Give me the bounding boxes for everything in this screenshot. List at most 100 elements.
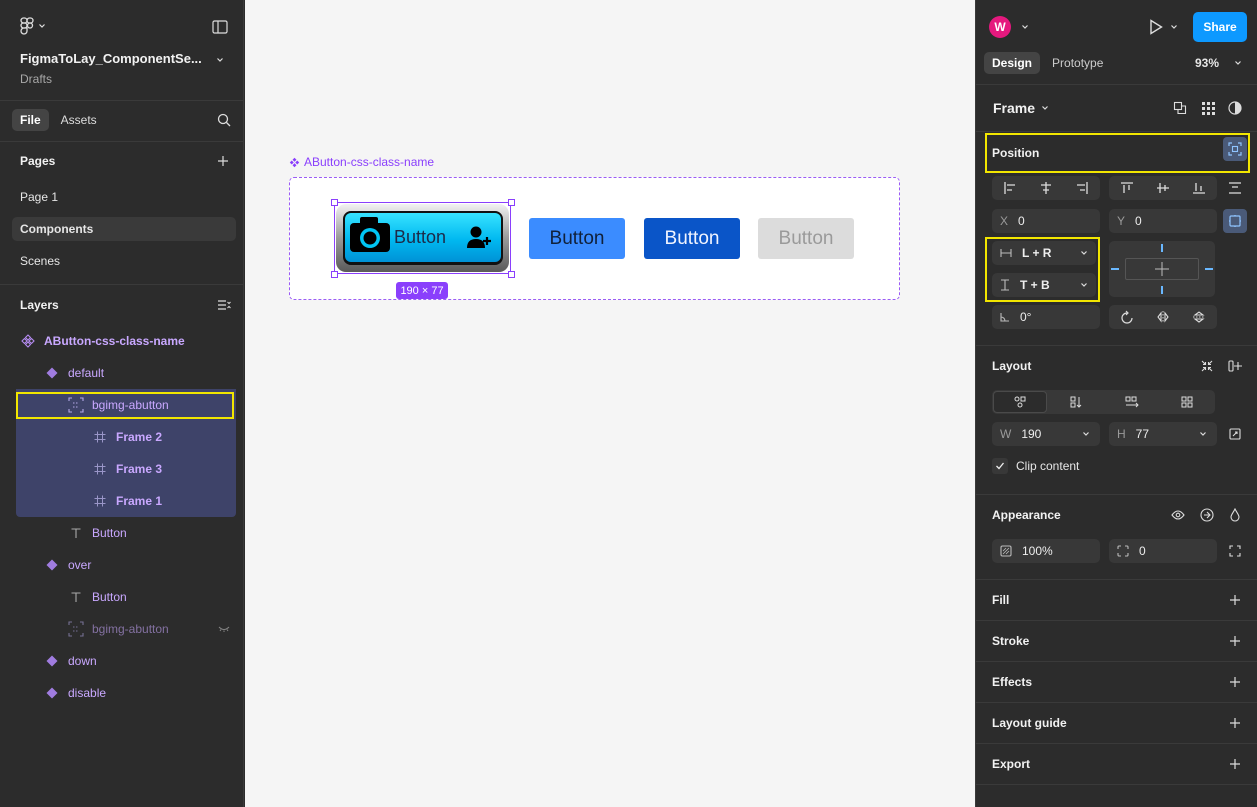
layout-guide-title[interactable]: Layout guide — [992, 716, 1067, 730]
button-variant-down[interactable]: Button — [644, 218, 740, 259]
opacity-field[interactable]: 100% — [992, 539, 1100, 563]
flip-vertical-icon[interactable] — [1187, 305, 1211, 329]
frame-type-label: Frame — [993, 100, 1036, 116]
resize-handle[interactable] — [508, 199, 515, 206]
add-fill-icon[interactable] — [1223, 588, 1247, 612]
file-menu-chevron-icon[interactable] — [208, 48, 232, 72]
stroke-title[interactable]: Stroke — [992, 634, 1029, 648]
export-title[interactable]: Export — [992, 757, 1030, 771]
x-field[interactable]: X 0 — [992, 209, 1100, 233]
freeform-layout-icon[interactable] — [1008, 390, 1032, 414]
add-page-icon[interactable] — [211, 149, 235, 173]
layer-variant-default[interactable]: default — [44, 357, 236, 389]
layer-text-button[interactable]: Button — [68, 581, 236, 613]
width-field[interactable]: W 190 — [992, 422, 1100, 446]
sidebar-tabs: File Assets — [12, 109, 105, 131]
layout-title: Layout — [992, 359, 1032, 373]
chevron-down-icon[interactable] — [1013, 15, 1037, 39]
layer-frame-2[interactable]: Frame 2 — [16, 421, 236, 453]
align-right-icon[interactable] — [1070, 176, 1094, 200]
distribute-icon[interactable] — [1223, 176, 1247, 200]
rotate-icon[interactable] — [1115, 305, 1139, 329]
vertical-constraint-select[interactable]: T + B — [992, 273, 1096, 297]
constraints-toggle-icon[interactable] — [1223, 209, 1247, 233]
file-name[interactable]: FigmaToLay_ComponentSe... — [20, 51, 202, 66]
component-create-icon[interactable] — [1168, 96, 1192, 120]
hidden-eye-icon[interactable] — [218, 625, 230, 633]
horizontal-constraint-select[interactable]: L + R — [992, 241, 1096, 265]
layer-variant-disable[interactable]: disable — [44, 677, 236, 709]
eye-icon[interactable] — [1166, 503, 1190, 527]
page-item-components[interactable]: Components — [12, 217, 236, 241]
add-autolayout-icon[interactable] — [1223, 354, 1247, 378]
layer-component-set[interactable]: AButton-css-class-name — [20, 325, 236, 357]
individual-corners-icon[interactable] — [1223, 539, 1247, 563]
add-stroke-icon[interactable] — [1223, 629, 1247, 653]
align-left-icon[interactable] — [998, 176, 1022, 200]
align-center-h-icon[interactable] — [1034, 176, 1058, 200]
layer-variant-over[interactable]: over — [44, 549, 236, 581]
layer-frame-1[interactable]: Frame 1 — [16, 485, 236, 517]
constraint-widget[interactable] — [1109, 241, 1215, 297]
layer-label: Frame 1 — [116, 494, 163, 508]
properties-panel: W Share Design Prototype 93% Frame Posit… — [975, 0, 1257, 807]
tab-design[interactable]: Design — [984, 52, 1041, 74]
chevron-down-icon[interactable] — [1168, 15, 1180, 39]
horizontal-layout-icon[interactable] — [1120, 390, 1144, 414]
search-icon[interactable] — [212, 108, 236, 132]
file-location[interactable]: Drafts — [20, 72, 52, 86]
tab-assets[interactable]: Assets — [53, 109, 105, 131]
canvas[interactable]: AButton-css-class-name Button 190 × 77 B… — [245, 0, 975, 807]
highlight-box — [16, 392, 234, 419]
add-user-icon — [467, 225, 493, 249]
clip-content-checkbox[interactable]: Clip content — [992, 458, 1079, 474]
resize-handle[interactable] — [331, 199, 338, 206]
clip-content-label: Clip content — [1016, 459, 1080, 473]
height-field[interactable]: H 77 — [1109, 422, 1217, 446]
grid-icon[interactable] — [1196, 96, 1220, 120]
add-export-icon[interactable] — [1223, 752, 1247, 776]
grid-layout-icon[interactable] — [1175, 390, 1199, 414]
main-menu-button[interactable] — [20, 17, 46, 35]
play-icon[interactable] — [1144, 15, 1168, 39]
button-variant-disable[interactable]: Button — [758, 218, 854, 259]
tab-file[interactable]: File — [12, 109, 49, 131]
align-bottom-icon[interactable] — [1187, 176, 1211, 200]
page-item-scenes[interactable]: Scenes — [12, 249, 236, 273]
layer-text-button[interactable]: Button — [68, 517, 236, 549]
vertical-layout-icon[interactable] — [1064, 390, 1088, 414]
page-item-page-1[interactable]: Page 1 — [12, 185, 236, 209]
selected-button-frame[interactable]: Button — [334, 202, 511, 274]
resize-to-fit-icon[interactable] — [1223, 422, 1247, 446]
frame-type-select[interactable]: Frame — [993, 100, 1049, 116]
contrast-icon[interactable] — [1223, 96, 1247, 120]
collapse-layers-icon[interactable] — [212, 293, 236, 317]
tab-prototype[interactable]: Prototype — [1046, 52, 1109, 74]
fill-title[interactable]: Fill — [992, 593, 1009, 607]
layer-label: Button — [92, 590, 127, 604]
button-variant-over[interactable]: Button — [529, 218, 625, 259]
rotation-field[interactable]: 0° — [992, 305, 1100, 329]
layer-frame-3[interactable]: Frame 3 — [16, 453, 236, 485]
align-top-icon[interactable] — [1115, 176, 1139, 200]
chevron-down-icon[interactable] — [1226, 51, 1250, 75]
effects-title[interactable]: Effects — [992, 675, 1032, 689]
drop-icon[interactable] — [1223, 503, 1247, 527]
avatar[interactable]: W — [989, 16, 1011, 38]
share-button[interactable]: Share — [1193, 12, 1247, 42]
y-field[interactable]: Y 0 — [1109, 209, 1217, 233]
zoom-level[interactable]: 93% — [1195, 56, 1219, 70]
layer-bgimg-abutton-hidden[interactable]: bgimg-abutton — [68, 613, 236, 645]
flip-horizontal-icon[interactable] — [1151, 305, 1175, 329]
resize-handle[interactable] — [331, 271, 338, 278]
toggle-sidebar-icon[interactable] — [208, 15, 232, 39]
resize-handle[interactable] — [508, 271, 515, 278]
layer-variant-down[interactable]: down — [44, 645, 236, 677]
align-middle-icon[interactable] — [1151, 176, 1175, 200]
blend-mode-icon[interactable] — [1195, 503, 1219, 527]
add-effect-icon[interactable] — [1223, 670, 1247, 694]
shrink-icon[interactable] — [1195, 354, 1219, 378]
corner-radius-field[interactable]: 0 — [1109, 539, 1217, 563]
component-set-label[interactable]: AButton-css-class-name — [289, 155, 434, 169]
add-layout-guide-icon[interactable] — [1223, 711, 1247, 735]
